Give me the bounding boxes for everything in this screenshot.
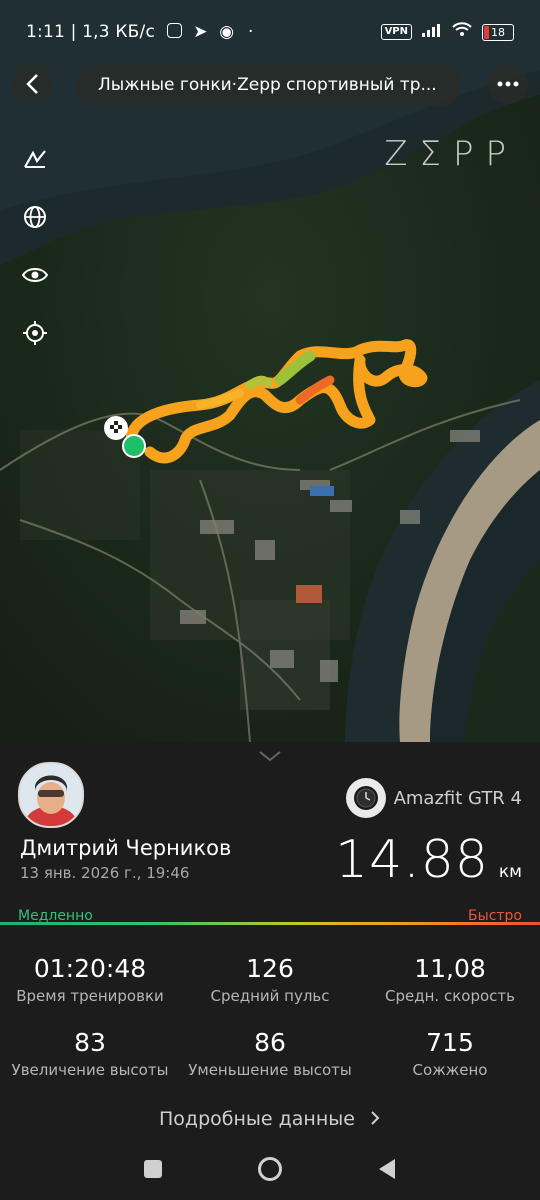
recents-button[interactable] — [138, 1154, 168, 1184]
stat-value: 715 — [426, 1028, 474, 1057]
finish-flag-marker — [104, 416, 128, 440]
details-link[interactable]: Подробные данные — [0, 1108, 540, 1130]
pace-gradient-bar — [0, 922, 540, 925]
user-name: Дмитрий Черников — [20, 836, 232, 860]
avatar-image — [20, 764, 82, 826]
locate-button[interactable] — [20, 318, 50, 348]
square-icon — [144, 1160, 162, 1178]
workout-date: 13 янв. 2026 г., 19:46 — [20, 864, 190, 882]
distance-display: 14.88 км — [335, 830, 522, 890]
triangle-back-icon — [379, 1159, 395, 1179]
status-time-group: 1:11 | 1,3 КБ/с ➤ ◉ · — [26, 22, 254, 42]
chat-icon: ◉ — [219, 22, 235, 42]
more-options-button[interactable] — [488, 64, 528, 104]
vpn-badge: VPN — [380, 24, 412, 40]
eye-icon — [22, 268, 48, 282]
details-label: Подробные данные — [159, 1108, 355, 1130]
signal-icon — [422, 22, 442, 42]
watch-icon — [345, 778, 386, 818]
stat-label: Средний пульс — [210, 987, 330, 1005]
stat-elevation-gain: 83 Увеличение высоты — [0, 1028, 180, 1079]
stat-label: Увеличение высоты — [11, 1061, 169, 1079]
stat-avg-heart-rate: 126 Средний пульс — [180, 954, 360, 1005]
chevron-down-icon — [259, 751, 281, 762]
stat-value: 83 — [74, 1028, 106, 1057]
globe-icon — [24, 206, 46, 228]
system-nav-bar — [0, 1140, 540, 1200]
locate-icon — [23, 321, 47, 345]
device-name: Amazfit GTR 4 — [393, 787, 522, 809]
status-right: VPN 18 — [380, 22, 514, 42]
route-map[interactable] — [0, 0, 540, 742]
chevron-left-icon — [26, 74, 38, 94]
wifi-icon — [452, 22, 472, 42]
distance-unit: км — [498, 862, 522, 882]
workout-summary-panel: Дмитрий Черников 13 янв. 2026 г., 19:46 … — [0, 742, 540, 1200]
stat-value: 01:20:48 — [33, 954, 147, 983]
stat-value: 126 — [246, 954, 294, 983]
back-nav-button[interactable] — [372, 1154, 402, 1184]
network-speed: 1,3 КБ/с — [82, 22, 155, 42]
home-button[interactable] — [255, 1154, 285, 1184]
stat-label: Сожжено — [412, 1061, 488, 1079]
stat-value: 86 — [254, 1028, 286, 1057]
back-button[interactable] — [12, 64, 52, 104]
view-toggle-button[interactable] — [20, 260, 50, 290]
chevron-right-icon — [371, 1111, 380, 1125]
distance-value: 14.88 — [335, 830, 489, 890]
measure-icon — [24, 150, 46, 168]
stat-avg-speed: 11,08 Средн. скорость — [360, 954, 540, 1005]
device-info: Amazfit GTR 4 — [345, 778, 522, 818]
stat-elevation-loss: 86 Уменьшение высоты — [180, 1028, 360, 1079]
avatar[interactable] — [18, 762, 84, 828]
status-separator: | — [70, 22, 83, 42]
instagram-icon — [166, 23, 182, 38]
stat-value: 11,08 — [414, 954, 486, 983]
stat-label: Уменьшение высоты — [188, 1061, 352, 1079]
more-horizontal-icon — [497, 81, 519, 87]
stat-label: Время тренировки — [16, 987, 164, 1005]
start-marker — [122, 434, 146, 458]
circle-icon — [258, 1157, 282, 1181]
battery-level: 18 — [491, 25, 505, 39]
collapse-handle[interactable] — [258, 748, 282, 767]
map-layer-button[interactable] — [20, 202, 50, 232]
zepp-watermark: ZΣPP — [384, 134, 518, 174]
stat-calories: 715 Сожжено — [360, 1028, 540, 1079]
battery-icon: 18 — [482, 23, 514, 41]
status-time: 1:11 — [26, 22, 65, 42]
stat-label: Средн. скорость — [385, 987, 515, 1005]
status-bar: 1:11 | 1,3 КБ/с ➤ ◉ · VPN 18 — [0, 0, 540, 66]
measure-tool-button[interactable] — [20, 144, 50, 174]
satellite-map — [0, 0, 540, 742]
stat-duration: 01:20:48 Время тренировки — [0, 954, 180, 1005]
telegram-icon: ➤ — [193, 22, 208, 42]
workout-title: Лыжные гонки·Zepp спортивный тр... — [76, 64, 462, 106]
dot-icon: · — [247, 22, 254, 42]
